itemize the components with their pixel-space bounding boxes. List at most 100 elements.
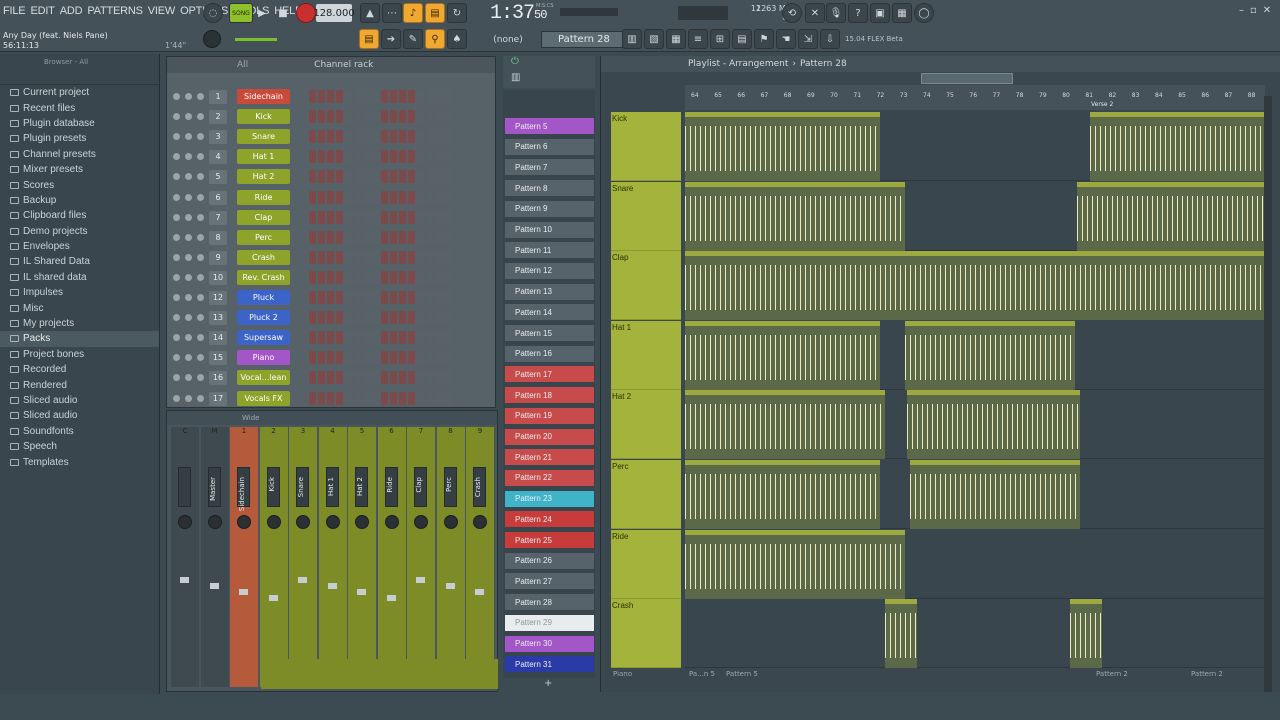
step-button[interactable]: [345, 210, 352, 224]
step-button[interactable]: [336, 210, 343, 224]
channel-row[interactable]: 7 Clap: [167, 208, 497, 228]
step-button[interactable]: [399, 170, 406, 184]
channel-name-button[interactable]: Supersaw: [237, 330, 290, 346]
browser-icon[interactable]: ⊞: [710, 29, 730, 49]
track-lane[interactable]: [685, 599, 1265, 669]
step-button[interactable]: [435, 170, 442, 184]
pattern-clip[interactable]: [905, 320, 1075, 390]
step-button[interactable]: [363, 130, 370, 144]
step-button[interactable]: [327, 250, 334, 264]
pattern-item[interactable]: Pattern 16: [505, 345, 594, 362]
track-header[interactable]: Perc: [611, 460, 681, 529]
step-button[interactable]: [381, 210, 388, 224]
pattern-clip[interactable]: [685, 320, 880, 390]
step-button[interactable]: [444, 170, 451, 184]
pan-knob[interactable]: [443, 515, 458, 529]
step-button[interactable]: [309, 371, 316, 385]
browser-item[interactable]: IL shared data: [0, 270, 159, 285]
clip-header[interactable]: [907, 390, 1080, 396]
arrow-right-icon[interactable]: ➔: [381, 29, 401, 49]
browser-item[interactable]: Rendered: [0, 377, 159, 392]
step-button[interactable]: [336, 270, 343, 284]
step-button[interactable]: [309, 250, 316, 264]
channel-row[interactable]: 16 Vocal...lean: [167, 368, 497, 388]
channel-name-button[interactable]: Kick: [237, 109, 290, 125]
step-button[interactable]: [381, 291, 388, 304]
step-button[interactable]: [399, 250, 406, 264]
pattern-item[interactable]: Pattern 27: [505, 573, 594, 590]
channel-number[interactable]: 12: [209, 291, 227, 305]
step-button[interactable]: [417, 250, 424, 264]
step-button[interactable]: [417, 150, 424, 164]
track-lane[interactable]: [685, 181, 1265, 251]
step-button[interactable]: [318, 90, 325, 103]
step-button[interactable]: [435, 130, 442, 144]
step-button[interactable]: [390, 331, 397, 345]
step-button[interactable]: [381, 371, 388, 385]
countdown-icon[interactable]: ♪: [403, 3, 423, 23]
step-button[interactable]: [345, 150, 352, 164]
step-button[interactable]: [372, 311, 379, 325]
step-button[interactable]: [417, 391, 424, 405]
step-button[interactable]: [327, 210, 334, 224]
channel-name-button[interactable]: Piano: [237, 350, 290, 366]
step-button[interactable]: [444, 130, 451, 144]
step-button[interactable]: [417, 351, 424, 365]
step-button[interactable]: [354, 230, 361, 244]
step-button[interactable]: [318, 150, 325, 164]
mixer-strip[interactable]: 6 Ride: [377, 427, 406, 687]
clip-header[interactable]: [685, 320, 880, 326]
channel-name-button[interactable]: Crash: [237, 249, 290, 265]
channel-name-button[interactable]: Pluck: [237, 290, 290, 305]
menu-edit[interactable]: EDIT: [30, 5, 54, 17]
step-button[interactable]: [417, 90, 424, 103]
volume-knob-icon[interactable]: [197, 273, 204, 281]
channel-row[interactable]: 13 Pluck 2: [167, 308, 497, 328]
browser-item[interactable]: Mixer presets: [0, 162, 159, 177]
pattern-clip[interactable]: [907, 390, 1080, 460]
channel-row[interactable]: 3 Snare: [167, 127, 497, 147]
menu-view[interactable]: VIEW: [148, 5, 176, 17]
step-button[interactable]: [417, 170, 424, 184]
step-button[interactable]: [381, 250, 388, 264]
track-lane[interactable]: [685, 251, 1265, 321]
channel-led-icon[interactable]: [173, 113, 180, 121]
track-lane[interactable]: [685, 390, 1265, 460]
channel-row[interactable]: 10 Rev. Crash: [167, 268, 497, 288]
browser-item[interactable]: Sliced audio: [0, 408, 159, 423]
step-button[interactable]: [363, 150, 370, 164]
step-button[interactable]: [444, 351, 451, 365]
channel-controls[interactable]: [173, 233, 204, 241]
step-button[interactable]: [426, 150, 433, 164]
step-button[interactable]: [354, 210, 361, 224]
channel-led-icon[interactable]: [173, 374, 180, 382]
clip-header[interactable]: [685, 251, 1265, 257]
step-button[interactable]: [381, 311, 388, 325]
step-button[interactable]: [399, 110, 406, 124]
step-button[interactable]: [381, 391, 388, 405]
pan-knob[interactable]: [207, 515, 222, 529]
step-button[interactable]: [309, 351, 316, 365]
volume-fader[interactable]: [327, 583, 337, 589]
step-button[interactable]: [435, 311, 442, 325]
volume-knob-icon[interactable]: [197, 153, 204, 161]
step-button[interactable]: [354, 311, 361, 325]
step-button[interactable]: [309, 230, 316, 244]
mixer-strip[interactable]: 8 Perc: [436, 427, 465, 687]
browser-item[interactable]: IL Shared Data: [0, 254, 159, 269]
wait-input-icon[interactable]: ⋯: [382, 3, 402, 23]
mixer-strip[interactable]: 2 Kick: [259, 427, 288, 687]
step-button[interactable]: [345, 170, 352, 184]
step-button[interactable]: [345, 110, 352, 124]
playlist-scrollbar[interactable]: [1264, 96, 1272, 692]
step-button[interactable]: [318, 110, 325, 124]
step-button[interactable]: [399, 371, 406, 385]
channel-led-icon[interactable]: [173, 354, 180, 362]
pattern-clip[interactable]: [685, 460, 880, 529]
mixer-strip[interactable]: 5 Hat 2: [348, 427, 376, 687]
step-button[interactable]: [345, 311, 352, 325]
volume-knob-icon[interactable]: [197, 334, 204, 342]
step-button[interactable]: [444, 270, 451, 284]
playlist-overview-scroll[interactable]: [921, 73, 1013, 84]
step-button[interactable]: [435, 391, 442, 405]
